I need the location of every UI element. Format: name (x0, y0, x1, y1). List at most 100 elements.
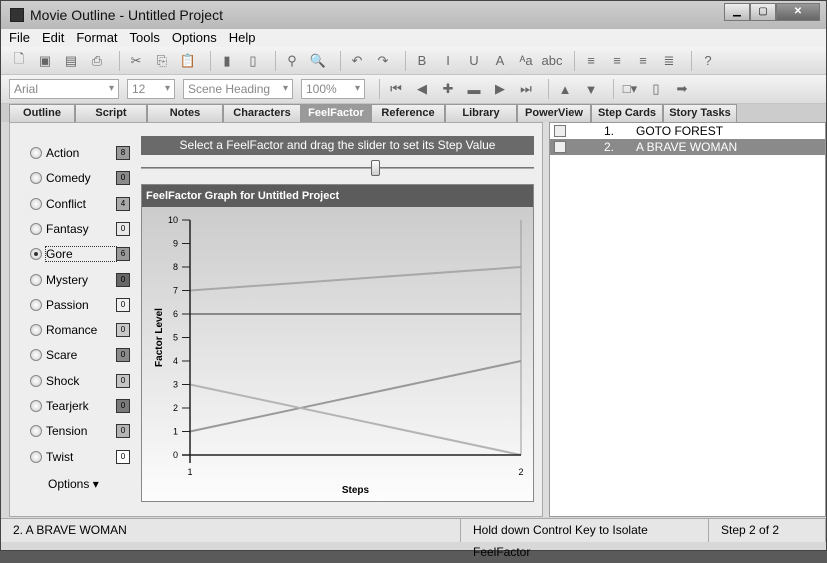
tab-notes[interactable]: Notes (147, 104, 223, 122)
feelfactor-romance[interactable]: Romance 0 (30, 323, 130, 338)
feelfactor-label: Mystery (46, 272, 88, 287)
add-icon[interactable]: ✚ (438, 80, 458, 98)
feelfactor-twist[interactable]: Twist 0 (30, 449, 130, 464)
y-tick-label: 5 (173, 333, 178, 343)
slider-thumb[interactable] (370, 160, 380, 176)
feelfactor-passion[interactable]: Passion 0 (30, 297, 130, 312)
paste-icon[interactable]: 📋 (178, 52, 198, 70)
radio-button[interactable] (30, 298, 42, 311)
radio-button[interactable] (30, 147, 42, 159)
new-icon[interactable]: 🗋 (9, 51, 29, 70)
step-number: 2. (604, 140, 615, 154)
move-up-icon[interactable]: ▲ (555, 80, 575, 98)
tab-script[interactable]: Script (75, 104, 147, 122)
undo-icon[interactable]: ↶ (347, 52, 367, 70)
tab-step-cards[interactable]: Step Cards (591, 104, 663, 122)
close-button[interactable]: ✕ (776, 3, 820, 21)
tab-powerview[interactable]: PowerView (517, 104, 591, 122)
radio-button[interactable] (30, 450, 42, 463)
radio-button[interactable] (30, 273, 42, 286)
zoom-icon[interactable]: 🔍 (308, 52, 328, 70)
feelfactor-fantasy[interactable]: Fantasy 0 (30, 221, 130, 236)
font-select[interactable]: Arial (9, 79, 119, 99)
status-hint: Hold down Control Key to Isolate FeelFac… (461, 519, 709, 559)
element-select[interactable]: Scene Heading (183, 79, 293, 99)
bold-icon[interactable]: B (412, 52, 432, 70)
radio-button[interactable] (30, 222, 42, 235)
title-bar: Movie Outline - Untitled Project ▁ ▢ ✕ (1, 1, 826, 29)
tab-story-tasks[interactable]: Story Tasks (663, 104, 737, 122)
window-title: Movie Outline - Untitled Project (30, 7, 223, 23)
feelfactor-comedy[interactable]: Comedy 0 (30, 171, 130, 186)
step-value-slider[interactable] (141, 160, 534, 176)
tab-library[interactable]: Library (445, 104, 517, 122)
tab-feelfactor[interactable]: FeelFactor (301, 104, 371, 122)
save-icon[interactable]: ▤ (61, 52, 81, 70)
radio-button[interactable] (30, 425, 42, 438)
move-down-icon[interactable]: ▼ (581, 80, 601, 98)
feelfactor-mystery[interactable]: Mystery 0 (30, 272, 130, 287)
feelfactor-conflict[interactable]: Conflict 4 (30, 196, 130, 211)
feelfactor-gore[interactable]: Gore 6 (30, 246, 130, 263)
radio-button[interactable] (30, 197, 42, 210)
menu-tools[interactable]: Tools (130, 29, 160, 47)
remove-icon[interactable]: ▬ (464, 80, 484, 98)
menu-file[interactable]: File (9, 29, 30, 47)
last-icon[interactable]: ⏭ (516, 80, 536, 98)
cut-icon[interactable]: ✂ (126, 52, 146, 70)
feelfactor-tension[interactable]: Tension 0 (30, 424, 130, 439)
align-center-icon[interactable]: ≡ (607, 52, 627, 70)
next-icon[interactable]: ▶ (490, 80, 510, 98)
tab-characters[interactable]: Characters (223, 104, 301, 122)
zoom-select[interactable]: 100% (301, 79, 365, 99)
y-axis-label: Factor Level (154, 308, 165, 367)
feelfactor-scare[interactable]: Scare 0 (30, 348, 130, 363)
open-icon[interactable]: ▣ (35, 52, 55, 70)
italic-icon[interactable]: I (438, 52, 458, 70)
help-icon[interactable]: ? (698, 52, 718, 70)
radio-button[interactable] (30, 248, 42, 261)
radio-button[interactable] (30, 172, 42, 185)
options-menu-button[interactable]: Options ▾ (48, 477, 99, 491)
step-row[interactable]: 1. GOTO FOREST (550, 123, 825, 139)
feelfactor-label: Scare (46, 348, 78, 363)
underline-icon[interactable]: U (464, 52, 484, 70)
radio-button[interactable] (30, 374, 42, 387)
notebook-icon[interactable]: ▮ (217, 52, 237, 70)
prev-icon[interactable]: ◀ (412, 80, 432, 98)
align-right-icon[interactable]: ≡ (633, 52, 653, 70)
feelfactor-tearjerk[interactable]: Tearjerk 0 (30, 399, 130, 413)
find-icon[interactable]: ⚲ (282, 52, 302, 70)
menu-edit[interactable]: Edit (42, 29, 64, 47)
print-icon[interactable]: ⎙ (87, 52, 107, 70)
menu-help[interactable]: Help (229, 29, 256, 47)
minimize-button[interactable]: ▁ (724, 3, 750, 21)
copy-icon[interactable]: ⎘ (152, 52, 172, 70)
standard-toolbar: 🗋 ▣ ▤ ⎙ ✂ ⎘ 📋 ▮ ▯ ⚲ 🔍 ↶ ↷ B I U Aᴬa abc ≡ ≡ ≡ ≣? (1, 47, 826, 75)
menu-format[interactable]: Format (76, 29, 117, 47)
feelfactor-action[interactable]: Action 8 (30, 146, 130, 160)
align-left-icon[interactable]: ≡ (581, 52, 601, 70)
book-icon[interactable]: ▯ (243, 52, 263, 70)
maximize-button[interactable]: ▢ (750, 3, 776, 21)
redo-icon[interactable]: ↷ (373, 52, 393, 70)
justify-icon[interactable]: ≣ (659, 52, 679, 70)
page-icon[interactable]: ▯ (646, 80, 666, 98)
radio-button[interactable] (30, 400, 42, 412)
color-picker-icon[interactable]: □▾ (620, 80, 640, 98)
font-color-icon[interactable]: A (490, 52, 510, 70)
case-icon[interactable]: ᴬa (516, 52, 536, 70)
strikethrough-icon[interactable]: abc (542, 52, 563, 70)
radio-button[interactable] (30, 324, 42, 337)
feelfactor-graph: FeelFactor Graph for Untitled Project 01… (141, 184, 534, 502)
font-size-select[interactable]: 12 (127, 79, 175, 99)
radio-button[interactable] (30, 349, 42, 362)
tab-outline[interactable]: Outline (9, 104, 75, 122)
first-icon[interactable]: ⏮ (386, 80, 406, 98)
export-icon[interactable]: ➡ (672, 80, 692, 98)
step-row[interactable]: 2. A BRAVE WOMAN (550, 139, 825, 155)
format-toolbar: Arial 12 Scene Heading 100% ⏮ ◀ ✚ ▬ ▶ ⏭ ▲ ▼ □▾ ▯ ➡ (1, 75, 826, 104)
feelfactor-shock[interactable]: Shock 0 (30, 373, 130, 388)
menu-options[interactable]: Options (172, 29, 217, 47)
tab-reference[interactable]: Reference (371, 104, 445, 122)
